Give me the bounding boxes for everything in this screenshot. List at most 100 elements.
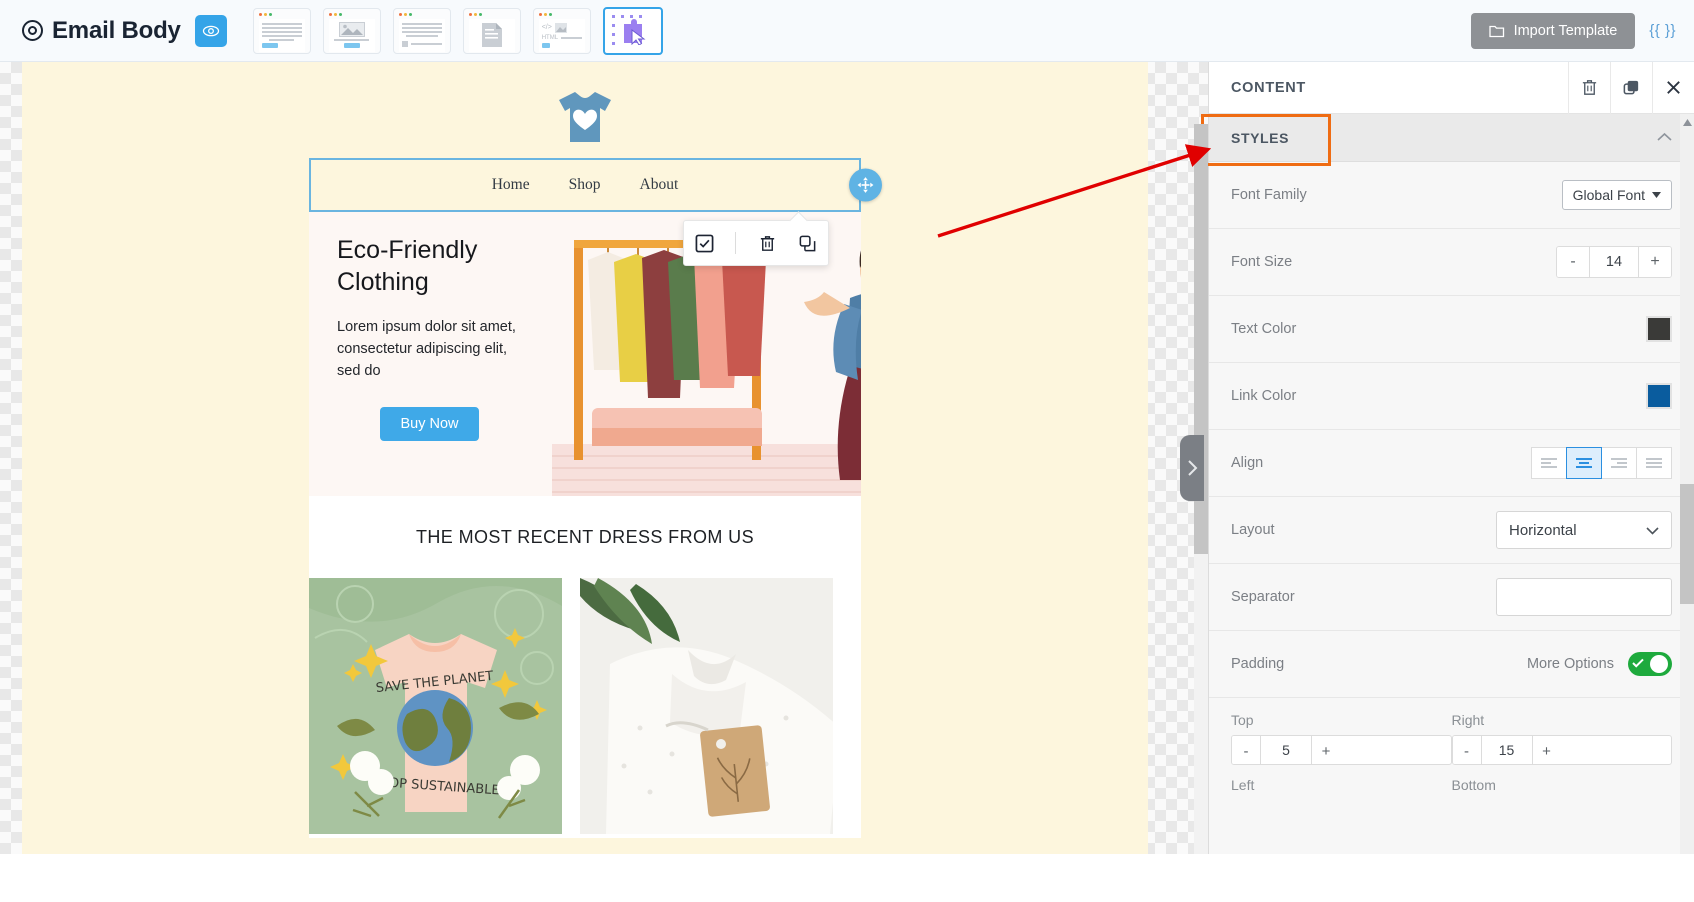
more-options-label: More Options	[1526, 656, 1614, 672]
padding-right-value[interactable]: 15	[1480, 736, 1533, 764]
check-icon	[1632, 655, 1644, 673]
more-options-toggle[interactable]	[1628, 652, 1672, 676]
select-checkbox-button[interactable]	[695, 234, 714, 253]
brand: Email Body	[22, 17, 181, 45]
duplicate-block-button[interactable]	[798, 234, 817, 253]
block-tab-html[interactable]: </> HTML	[532, 7, 591, 54]
chevron-down-icon	[1646, 522, 1659, 539]
align-right-icon	[1611, 458, 1627, 468]
styles-section-header[interactable]: STYLES	[1209, 114, 1694, 162]
font-size-value[interactable]: 14	[1589, 247, 1639, 277]
nav-link-about[interactable]: About	[640, 176, 679, 194]
panel-scrollbar[interactable]	[1680, 114, 1694, 854]
padding-top-field: Top - 5 +	[1231, 712, 1452, 765]
panel-delete-button[interactable]	[1568, 61, 1610, 114]
import-template-label: Import Template	[1513, 22, 1618, 39]
padding-label: Padding	[1231, 656, 1285, 672]
align-right-button[interactable]	[1601, 447, 1637, 479]
font-size-increment[interactable]: +	[1639, 247, 1671, 277]
code-layout-icon: </> HTML	[538, 18, 585, 52]
block-tab-list[interactable]	[392, 7, 451, 54]
handlebars-button[interactable]: {{ }}	[1649, 22, 1676, 39]
list-layout-icon	[398, 18, 445, 52]
product-card-tshirt[interactable]: SAVE THE PLANET SHOP SUSTAINABLE	[309, 578, 562, 834]
align-left-button[interactable]	[1531, 447, 1567, 479]
padding-top-value[interactable]: 5	[1260, 736, 1312, 764]
caret-down-icon	[1652, 192, 1661, 198]
hero-body-text: Lorem ipsum dolor sit amet, consectetur …	[337, 319, 516, 379]
canvas-area[interactable]: Home Shop About Eco-Friendly Clothing Lo…	[0, 62, 1208, 854]
align-justify-button[interactable]	[1636, 447, 1672, 479]
layout-select[interactable]: Horizontal	[1496, 511, 1672, 549]
block-tab-document[interactable]	[462, 7, 521, 54]
panel-scrollbar-thumb[interactable]	[1680, 484, 1694, 604]
padding-top-decrement[interactable]: -	[1232, 736, 1260, 764]
panel-title: CONTENT	[1231, 79, 1306, 96]
padding-top-label: Top	[1231, 712, 1254, 728]
preview-button[interactable]	[194, 14, 227, 47]
panel-scroll-content: Font Family Global Font Font Size - 14 +…	[1209, 162, 1694, 902]
link-color-swatch[interactable]	[1646, 383, 1672, 409]
toggle-knob	[1650, 655, 1668, 673]
block-tab-module[interactable]	[602, 6, 663, 55]
window-dots-icon	[258, 12, 305, 16]
font-size-stepper[interactable]: - 14 +	[1556, 246, 1672, 278]
topbar-actions: Import Template {{ }}	[1470, 12, 1676, 49]
align-button-group	[1531, 447, 1672, 479]
separator-input[interactable]	[1496, 578, 1672, 616]
font-size-decrement[interactable]: -	[1557, 247, 1589, 277]
padding-left-field: Left	[1231, 777, 1452, 800]
product-row: SAVE THE PLANET SHOP SUSTAINABLE	[309, 578, 861, 838]
layout-value: Horizontal	[1509, 521, 1577, 539]
product-card-shirt-tag[interactable]	[580, 578, 833, 834]
panel-duplicate-button[interactable]	[1610, 61, 1652, 114]
row-link-color: Link Color	[1209, 363, 1694, 430]
buy-now-button[interactable]: Buy Now	[380, 407, 479, 442]
nav-link-home[interactable]: Home	[492, 176, 530, 194]
padding-right-increment[interactable]: +	[1532, 736, 1561, 764]
tshirt-heart-icon	[559, 92, 611, 142]
window-dots-icon	[398, 12, 445, 16]
block-tab-text[interactable]	[252, 7, 311, 54]
text-color-swatch[interactable]	[1646, 316, 1672, 342]
block-tab-image[interactable]	[322, 7, 381, 54]
nav-link-shop[interactable]: Shop	[569, 176, 601, 194]
document-layout-icon	[468, 18, 515, 52]
email-logo-block[interactable]	[22, 62, 1148, 144]
delete-block-button[interactable]	[758, 234, 777, 253]
trash-icon	[1582, 80, 1597, 95]
align-center-icon	[1576, 458, 1592, 468]
panel-header: CONTENT	[1209, 61, 1694, 114]
window-dots-icon	[328, 12, 375, 16]
scroll-up-arrow-icon[interactable]	[1680, 114, 1694, 130]
window-dots-icon	[468, 12, 515, 16]
drag-handle[interactable]	[849, 168, 882, 202]
padding-top-stepper[interactable]: - 5 +	[1231, 735, 1452, 765]
row-padding: Padding More Options	[1209, 631, 1694, 698]
panel-close-button[interactable]	[1652, 61, 1694, 114]
align-center-button[interactable]	[1566, 447, 1602, 479]
font-family-dropdown[interactable]: Global Font	[1561, 180, 1672, 210]
panel-collapse-handle[interactable]	[1180, 435, 1204, 501]
puzzle-cursor-icon	[610, 13, 656, 48]
row-layout: Layout Horizontal	[1209, 497, 1694, 564]
settings-panel: CONTENT STYLES Font Family Global Font F…	[1201, 61, 1694, 854]
save-the-planet-tshirt-image: SAVE THE PLANET SHOP SUSTAINABLE	[309, 578, 562, 834]
import-template-button[interactable]: Import Template	[1470, 12, 1636, 49]
padding-top-increment[interactable]: +	[1312, 736, 1340, 764]
email-nav-block[interactable]: Home Shop About	[309, 158, 882, 212]
align-label: Align	[1231, 455, 1264, 471]
padding-right-decrement[interactable]: -	[1452, 736, 1481, 764]
padding-fields: Top - 5 + Right - 15 + Left Bottom	[1209, 698, 1694, 800]
block-type-tabs: </> HTML	[252, 6, 663, 55]
chevron-right-icon	[1187, 460, 1197, 476]
email-canvas[interactable]: Home Shop About Eco-Friendly Clothing Lo…	[22, 62, 1148, 854]
block-float-toolbar[interactable]	[683, 220, 829, 266]
eye-icon	[202, 25, 219, 36]
move-arrows-icon	[857, 177, 874, 193]
padding-bottom-field: Bottom	[1452, 777, 1673, 800]
chevron-up-icon[interactable]	[1657, 129, 1672, 147]
font-family-value: Global Font	[1572, 187, 1645, 203]
padding-right-stepper[interactable]: - 15 +	[1451, 735, 1672, 765]
row-separator: Separator	[1209, 564, 1694, 631]
